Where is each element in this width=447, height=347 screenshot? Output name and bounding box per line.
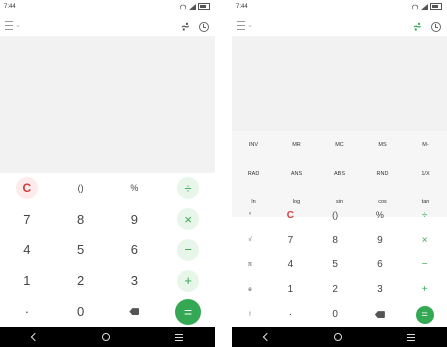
home-icon[interactable] (334, 333, 343, 341)
history-icon[interactable] (431, 21, 441, 32)
converter-icon[interactable]: ⩫ (181, 20, 190, 33)
converter-icon[interactable]: ⩫ (413, 20, 422, 33)
calculator-basic-screen: 7:44 ⌄ ⩫ C () % ÷ 7 8 9 × 4 5 6 − 1 2 3 … (0, 0, 215, 347)
decimal-button[interactable]: · (0, 304, 54, 319)
digit-2-button[interactable]: 2 (313, 284, 358, 295)
backspace-icon (129, 308, 140, 316)
menu-icon[interactable] (406, 333, 415, 341)
digit-4-button[interactable]: 4 (268, 259, 313, 270)
digit-5-button[interactable]: 5 (313, 259, 358, 270)
memory-store-button[interactable]: MS (361, 142, 404, 148)
sqrt-button[interactable]: √ (232, 228, 268, 253)
percent-button[interactable]: % (358, 210, 403, 220)
format-menu-button[interactable]: ⌄ (237, 20, 253, 30)
digit-0-button[interactable]: 0 (313, 309, 358, 320)
add-button[interactable]: + (161, 269, 215, 292)
power-button[interactable]: ˣ (232, 203, 268, 228)
format-menu-button[interactable]: ⌄ (5, 20, 21, 30)
digit-7-button[interactable]: 7 (268, 235, 313, 246)
toolbar: ⌄ ⩫ (0, 18, 215, 36)
status-bar: 7:44 (0, 0, 215, 14)
backspace-button[interactable] (358, 311, 403, 319)
factorial-button[interactable]: ! (232, 302, 268, 327)
digit-6-button[interactable]: 6 (108, 242, 162, 257)
clear-button[interactable]: C (268, 210, 313, 221)
toolbar: ⌄ ⩫ (232, 18, 447, 36)
equals-button[interactable]: = (402, 305, 447, 324)
digit-9-button[interactable]: 9 (108, 212, 162, 227)
reciprocal-button[interactable]: 1/X (404, 171, 447, 177)
navigation-bar (0, 327, 215, 347)
wifi-icon (179, 4, 187, 9)
multiply-button[interactable]: × (402, 235, 447, 246)
divide-button[interactable]: ÷ (161, 177, 215, 200)
home-icon[interactable] (102, 333, 111, 341)
menu-icon[interactable] (174, 333, 183, 341)
scientific-keypad: ˣ √ π e ! C () % ÷ 7 8 9 × 4 5 6 − 1 2 3… (232, 203, 447, 327)
decimal-button[interactable]: · (268, 309, 313, 320)
navigation-bar (232, 327, 447, 347)
chevron-down-icon: ⌄ (247, 22, 253, 29)
digit-5-button[interactable]: 5 (54, 242, 108, 257)
basic-keypad: C () % ÷ 7 8 9 × 4 5 6 − 1 2 3 + · 0 = (0, 173, 215, 327)
chevron-down-icon: ⌄ (15, 22, 21, 29)
digit-9-button[interactable]: 9 (358, 235, 403, 246)
wifi-icon (411, 4, 419, 9)
abs-button[interactable]: ABS (318, 171, 361, 177)
digit-6-button[interactable]: 6 (358, 259, 403, 270)
divide-button[interactable]: ÷ (402, 210, 447, 221)
divider (215, 0, 232, 347)
function-column: ˣ √ π e ! (232, 203, 268, 327)
subtract-button[interactable]: − (402, 259, 447, 270)
digit-1-button[interactable]: 1 (268, 284, 313, 295)
format-icon (237, 20, 245, 30)
ans-button[interactable]: ANS (275, 171, 318, 177)
digit-8-button[interactable]: 8 (54, 212, 108, 227)
digit-3-button[interactable]: 3 (358, 284, 403, 295)
parentheses-button[interactable]: () (313, 210, 358, 220)
digit-8-button[interactable]: 8 (313, 235, 358, 246)
multiply-button[interactable]: × (161, 208, 215, 231)
digit-0-button[interactable]: 0 (54, 304, 108, 319)
digit-1-button[interactable]: 1 (0, 273, 54, 288)
rnd-button[interactable]: RND (361, 171, 404, 177)
back-icon[interactable] (262, 332, 272, 342)
memory-minus-button[interactable]: M- (404, 142, 447, 148)
equals-button[interactable]: = (161, 298, 215, 325)
back-icon[interactable] (30, 332, 40, 342)
signal-icon (189, 3, 196, 10)
percent-button[interactable]: % (108, 183, 162, 193)
digit-7-button[interactable]: 7 (0, 212, 54, 227)
battery-icon (198, 3, 210, 10)
battery-icon (430, 3, 442, 10)
result-display (0, 36, 215, 173)
inv-button[interactable]: INV (232, 142, 275, 148)
format-icon (5, 20, 13, 30)
pi-button[interactable]: π (232, 253, 268, 278)
memory-recall-button[interactable]: MR (275, 142, 318, 148)
calculator-scientific-screen: 7:44 ⌄ ⩫ INV MR MC MS M- RAD ANS ABS RND… (232, 0, 447, 347)
euler-button[interactable]: e (232, 277, 268, 302)
status-bar: 7:44 (232, 0, 447, 14)
backspace-icon (374, 311, 385, 319)
add-button[interactable]: + (402, 284, 447, 295)
signal-icon (421, 3, 428, 10)
digit-2-button[interactable]: 2 (54, 273, 108, 288)
status-time: 7:44 (236, 4, 248, 10)
history-icon[interactable] (199, 21, 209, 32)
memory-clear-button[interactable]: MC (318, 142, 361, 148)
backspace-button[interactable] (108, 308, 162, 316)
parentheses-button[interactable]: () (54, 183, 108, 193)
result-display (232, 36, 447, 131)
rad-button[interactable]: RAD (232, 171, 275, 177)
status-time: 7:44 (4, 4, 16, 10)
clear-button[interactable]: C (0, 177, 54, 200)
digit-4-button[interactable]: 4 (0, 242, 54, 257)
digit-3-button[interactable]: 3 (108, 273, 162, 288)
subtract-button[interactable]: − (161, 238, 215, 261)
